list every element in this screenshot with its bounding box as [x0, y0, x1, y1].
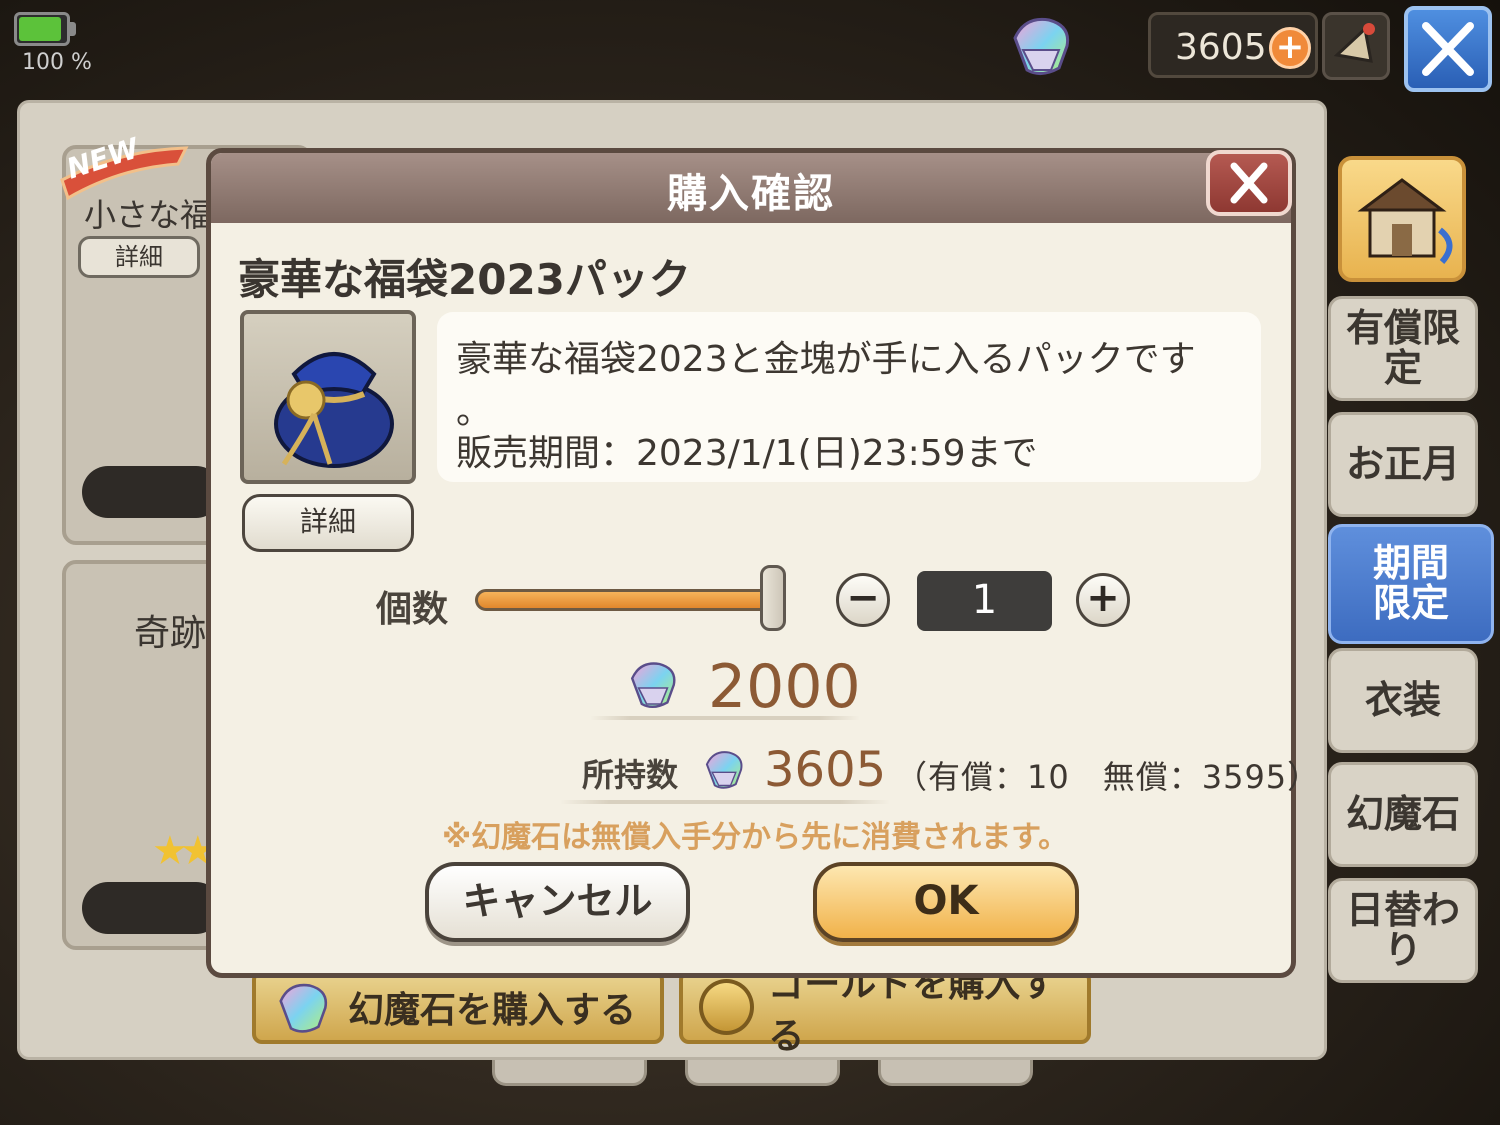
card-title: 奇跡	[134, 613, 207, 654]
item-name: 豪華な福袋2023パック	[238, 255, 691, 304]
tab-gems[interactable]: 幻魔石	[1328, 762, 1478, 867]
quantity-label: 個数	[376, 589, 449, 630]
divider	[590, 716, 860, 720]
description-text: 豪華な福袋2023と金塊が手に入るパックです	[456, 339, 1196, 380]
minus-button[interactable]: −	[836, 573, 890, 627]
bottom-tab[interactable]	[492, 1060, 647, 1086]
battery-percent: 100 %	[22, 50, 92, 75]
gem-icon	[630, 662, 676, 708]
gem-icon	[1013, 17, 1070, 75]
buy-gems-button[interactable]: 幻魔石を購入する	[252, 970, 664, 1044]
quantity-slider[interactable]	[475, 589, 785, 611]
bottom-tab[interactable]	[878, 1060, 1033, 1086]
owned-breakdown: （有償：10 無償：3595）	[895, 758, 1321, 796]
bag-icon	[274, 352, 394, 468]
tab-costume[interactable]: 衣装	[1328, 648, 1478, 753]
buy-gems-label: 幻魔石を購入する	[348, 990, 637, 1031]
dialog-title: 購入確認	[667, 171, 835, 217]
gem-balance[interactable]: 3605 +	[1148, 12, 1318, 78]
rarity-stars: ★★	[152, 828, 216, 874]
bottom-tab[interactable]	[685, 1060, 840, 1086]
tab-new-year[interactable]: お正月	[1328, 412, 1478, 517]
item-image	[240, 310, 416, 484]
buy-gold-button[interactable]: ゴールドを購入する	[679, 964, 1091, 1057]
plus-icon[interactable]: +	[1269, 27, 1311, 69]
battery-icon	[14, 12, 76, 46]
divider	[560, 800, 890, 804]
sale-period: 販売期間：2023/1/1(日)23:59まで	[456, 433, 1038, 474]
owned-value: 3605	[764, 742, 887, 798]
consumption-note: ※幻魔石は無償入手分から先に消費されます。	[442, 820, 1069, 855]
price-value: 2000	[708, 652, 861, 722]
card-title: 小さな福	[84, 196, 213, 234]
price-bar	[82, 882, 222, 934]
gem-balance-value: 3605	[1175, 27, 1267, 68]
gem-icon	[279, 983, 328, 1033]
coin-icon	[699, 979, 755, 1035]
close-icon[interactable]	[1404, 6, 1492, 92]
slider-handle[interactable]	[760, 565, 786, 631]
owned-label: 所持数	[582, 756, 679, 794]
ok-button[interactable]: OK	[813, 862, 1079, 942]
tab-daily[interactable]: 日替わり	[1328, 878, 1478, 983]
cancel-button[interactable]: キャンセル	[425, 862, 690, 942]
horn-icon[interactable]	[1322, 12, 1390, 80]
price-bar	[82, 466, 222, 518]
dialog-close-button[interactable]	[1206, 150, 1292, 216]
quantity-value: 1	[917, 571, 1052, 631]
shop-icon[interactable]	[1338, 156, 1466, 282]
gem-icon	[705, 751, 743, 789]
plus-button[interactable]: +	[1076, 573, 1130, 627]
detail-button[interactable]: 詳細	[242, 494, 414, 552]
detail-button[interactable]: 詳細	[78, 236, 200, 278]
tab-paid-limited[interactable]: 有償限定	[1328, 296, 1478, 401]
tab-limited-time[interactable]: 期間 限定	[1328, 524, 1494, 644]
